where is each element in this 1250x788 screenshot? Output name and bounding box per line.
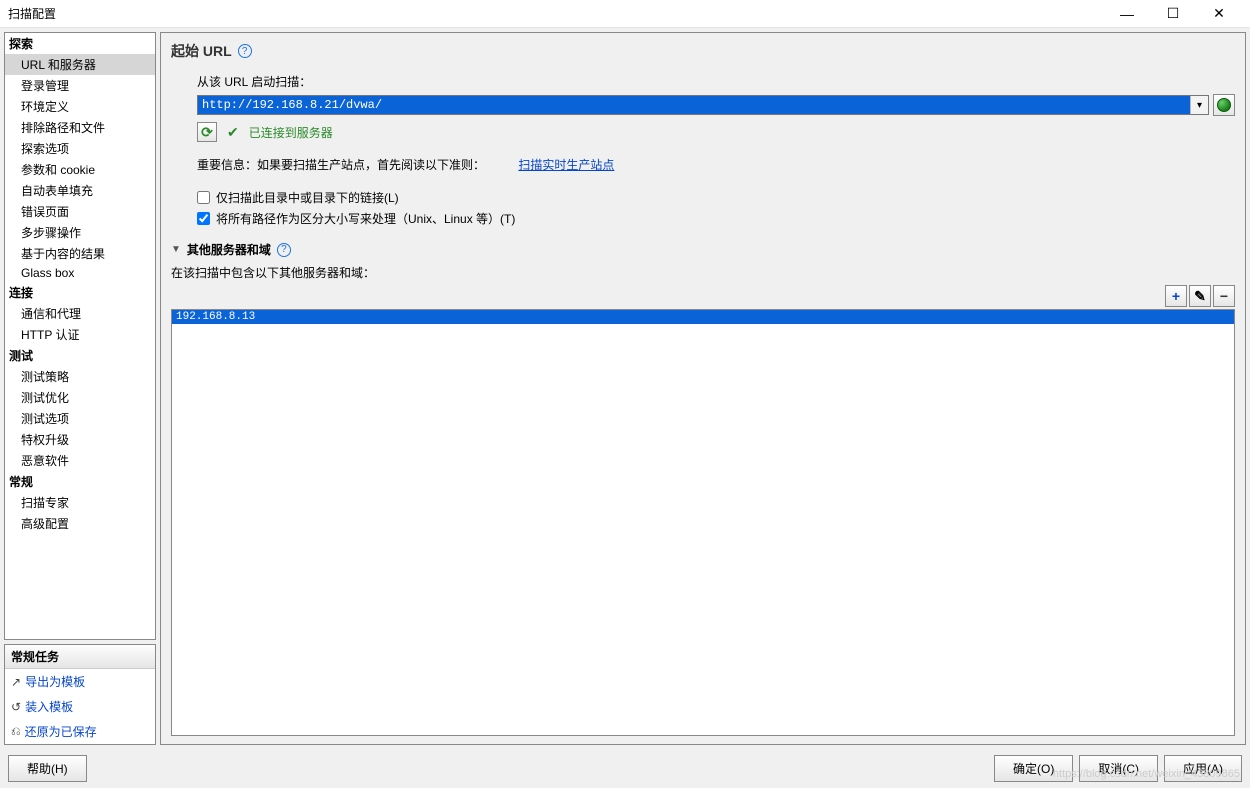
nav-item[interactable]: 高级配置: [5, 513, 155, 534]
edit-domain-button[interactable]: ✎: [1189, 285, 1211, 307]
status-row: ⟳ ✔ 已连接到服务器: [197, 122, 1235, 142]
url-label: 从该 URL 启动扫描：: [197, 73, 1235, 90]
task-link[interactable]: ⎌ 还原为已保存: [5, 719, 155, 744]
url-input[interactable]: [198, 96, 1190, 114]
nav-item[interactable]: 恶意软件: [5, 450, 155, 471]
nav-item[interactable]: 探索选项: [5, 138, 155, 159]
domain-item[interactable]: 192.168.8.13: [172, 310, 1234, 324]
task-icon: ↺: [11, 700, 21, 714]
nav-item[interactable]: 特权升级: [5, 429, 155, 450]
domain-toolbar: + ✎ −: [171, 285, 1235, 307]
other-servers-label: 在该扫描中包含以下其他服务器和域：: [171, 264, 1235, 281]
main-panel: 起始 URL ? 从该 URL 启动扫描： ▾ ⟳ ✔ 已连接到服务器 重要信息…: [160, 32, 1246, 745]
nav-item[interactable]: 环境定义: [5, 96, 155, 117]
cancel-button[interactable]: 取消(C): [1079, 755, 1158, 782]
scan-only-dir-label: 仅扫描此目录中或目录下的链接(L): [216, 189, 399, 206]
section-title: 起始 URL ?: [171, 41, 1235, 61]
url-dropdown-button[interactable]: ▾: [1190, 96, 1208, 114]
globe-icon: [1217, 98, 1231, 112]
case-sensitive-checkbox[interactable]: [197, 212, 210, 225]
task-link[interactable]: ↺ 装入模板: [5, 694, 155, 719]
nav-panel: 探索URL 和服务器登录管理环境定义排除路径和文件探索选项参数和 cookie自…: [4, 32, 156, 640]
refresh-button[interactable]: ⟳: [197, 122, 217, 142]
check-icon: ✔: [227, 124, 239, 141]
nav-item[interactable]: 测试策略: [5, 366, 155, 387]
nav-group: 测试: [5, 345, 155, 366]
task-icon: ↗: [11, 675, 21, 689]
other-servers-header[interactable]: ▼ 其他服务器和域 ?: [171, 241, 1235, 258]
nav-group: 连接: [5, 282, 155, 303]
task-label: 还原为已保存: [25, 723, 97, 740]
nav-item[interactable]: URL 和服务器: [5, 54, 155, 75]
task-label: 装入模板: [25, 698, 73, 715]
tasks-panel: 常规任务 ↗ 导出为模板 ↺ 装入模板 ⎌ 还原为已保存: [4, 644, 156, 745]
help-icon[interactable]: ?: [238, 44, 252, 58]
case-sensitive-checkbox-row[interactable]: 将所有路径作为区分大小写来处理（Unix、Linux 等）(T): [197, 210, 1235, 227]
task-link[interactable]: ↗ 导出为模板: [5, 669, 155, 694]
nav-item[interactable]: 测试优化: [5, 387, 155, 408]
nav-item[interactable]: Glass box: [5, 264, 155, 282]
help-icon[interactable]: ?: [277, 243, 291, 257]
footer: 帮助(H) 确定(O) 取消(C) 应用(A): [0, 749, 1250, 788]
nav-item[interactable]: 通信和代理: [5, 303, 155, 324]
nav-group: 常规: [5, 471, 155, 492]
nav-item[interactable]: 多步骤操作: [5, 222, 155, 243]
nav-item[interactable]: 基于内容的结果: [5, 243, 155, 264]
titlebar: 扫描配置 — ☐ ✕: [0, 0, 1250, 28]
remove-domain-button[interactable]: −: [1213, 285, 1235, 307]
url-row: ▾: [197, 94, 1235, 116]
nav-item[interactable]: 登录管理: [5, 75, 155, 96]
add-domain-button[interactable]: +: [1165, 285, 1187, 307]
window-title: 扫描配置: [8, 5, 1104, 22]
window: 扫描配置 — ☐ ✕ 探索URL 和服务器登录管理环境定义排除路径和文件探索选项…: [0, 0, 1250, 788]
nav-item[interactable]: 排除路径和文件: [5, 117, 155, 138]
nav-item[interactable]: 错误页面: [5, 201, 155, 222]
apply-button[interactable]: 应用(A): [1164, 755, 1242, 782]
task-label: 导出为模板: [25, 673, 85, 690]
other-servers-title: 其他服务器和域: [187, 241, 271, 258]
url-combobox[interactable]: ▾: [197, 95, 1209, 115]
info-text: 重要信息：如果要扫描生产站点，首先阅读以下准则：: [197, 158, 485, 172]
help-button[interactable]: 帮助(H): [8, 755, 87, 782]
section-title-text: 起始 URL: [171, 41, 232, 61]
domain-list[interactable]: 192.168.8.13: [171, 309, 1235, 736]
task-icon: ⎌: [11, 724, 21, 739]
nav-item[interactable]: 扫描专家: [5, 492, 155, 513]
nav-item[interactable]: 自动表单填充: [5, 180, 155, 201]
nav-item[interactable]: 参数和 cookie: [5, 159, 155, 180]
ok-button[interactable]: 确定(O): [994, 755, 1073, 782]
maximize-button[interactable]: ☐: [1150, 0, 1196, 28]
body: 探索URL 和服务器登录管理环境定义排除路径和文件探索选项参数和 cookie自…: [0, 28, 1250, 749]
minimize-button[interactable]: —: [1104, 0, 1150, 28]
connection-status: 已连接到服务器: [249, 124, 333, 141]
nav-item[interactable]: HTTP 认证: [5, 324, 155, 345]
scan-only-dir-checkbox[interactable]: [197, 191, 210, 204]
info-row: 重要信息：如果要扫描生产站点，首先阅读以下准则： 扫描实时生产站点: [197, 156, 1235, 173]
nav-item[interactable]: 测试选项: [5, 408, 155, 429]
window-controls: — ☐ ✕: [1104, 0, 1242, 28]
nav-group: 探索: [5, 33, 155, 54]
case-sensitive-label: 将所有路径作为区分大小写来处理（Unix、Linux 等）(T): [216, 210, 515, 227]
sidebar: 探索URL 和服务器登录管理环境定义排除路径和文件探索选项参数和 cookie自…: [4, 32, 156, 745]
close-button[interactable]: ✕: [1196, 0, 1242, 28]
scan-only-dir-checkbox-row[interactable]: 仅扫描此目录中或目录下的链接(L): [197, 189, 1235, 206]
collapse-icon: ▼: [171, 244, 181, 255]
tasks-header: 常规任务: [5, 645, 155, 669]
info-link[interactable]: 扫描实时生产站点: [518, 158, 614, 172]
browse-button[interactable]: [1213, 94, 1235, 116]
